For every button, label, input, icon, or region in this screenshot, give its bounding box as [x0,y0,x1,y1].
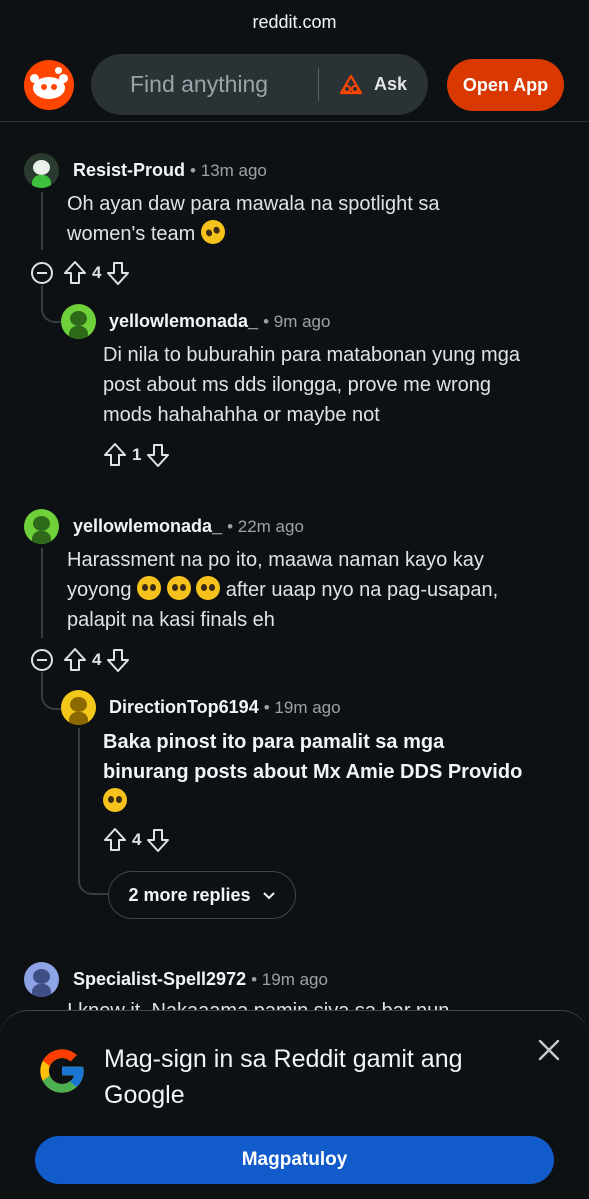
comment-author[interactable]: DirectionTop6194 • 19m ago [109,697,341,718]
search-divider [318,68,319,101]
upvote-icon[interactable] [103,442,127,468]
reply-connector [41,672,61,710]
vote-count: 4 [92,650,102,669]
google-icon [40,1049,84,1093]
downvote-icon[interactable] [106,260,130,286]
vote-count: 4 [92,263,102,282]
reply-connector [78,865,108,895]
upvote-icon[interactable] [103,827,127,853]
downvote-icon[interactable] [106,647,130,673]
vote-count: 4 [132,830,142,849]
pleading-face-emoji-icon [166,576,191,600]
pleading-face-emoji-icon [196,576,221,600]
comment-actions: 4 [31,258,130,288]
comment-author[interactable]: yellowlemonada_ • 9m ago [109,311,330,332]
google-signin-sheet: Mag-sign in sa Reddit gamit ang Google M… [0,1010,589,1199]
comment-actions: 4 [103,825,170,855]
close-icon[interactable] [536,1037,562,1063]
reply-connector [41,285,61,323]
pleading-face-emoji-icon [137,576,162,600]
collapse-icon[interactable] [31,262,53,284]
comment-time: 22m ago [237,517,304,536]
browser-url[interactable]: reddit.com [0,0,589,44]
signin-title: Mag-sign in sa Reddit gamit ang Google [104,1045,463,1109]
avatar[interactable] [61,304,96,339]
downvote-icon[interactable] [146,442,170,468]
avatar[interactable] [24,962,59,997]
comment-body: Di nila to buburahin para matabonan yung… [103,344,520,426]
avatar[interactable] [24,153,59,188]
search-input[interactable]: Find anything [130,54,268,115]
comment-body: Baka pinost ito para pamalit sa mga binu… [103,727,573,817]
vote-count: 1 [132,445,142,464]
open-app-button[interactable]: Open App [447,59,564,111]
site-header: Find anything Ask Open App [0,50,589,122]
search-bar[interactable]: Find anything Ask [91,54,428,115]
comment-author[interactable]: yellowlemonada_ • 22m ago [73,516,304,537]
thread-line [41,548,43,638]
comment-actions: 4 [31,645,130,675]
upvote-icon[interactable] [63,647,87,673]
downvote-icon[interactable] [146,827,170,853]
comment-actions: 1 [103,440,170,470]
comment-time: 19m ago [261,970,328,989]
comment-author[interactable]: Specialist-Spell2972 • 19m ago [73,969,328,990]
comment-time: 9m ago [273,312,331,331]
thread-line [41,192,43,250]
reddit-logo-icon[interactable] [24,60,74,110]
comment-body: Oh ayan daw para mawala na spotlight sa … [67,189,567,249]
more-replies-button[interactable]: 2 more replies [108,871,296,919]
collapse-icon[interactable] [31,649,53,671]
thread-line [78,728,80,868]
pleading-face-emoji-icon [103,788,127,812]
avatar[interactable] [24,509,59,544]
avatar[interactable] [61,690,96,725]
comment-time: 13m ago [200,161,267,180]
upvote-icon[interactable] [63,260,87,286]
continue-button[interactable]: Magpatuloy [35,1136,554,1184]
chevron-down-icon [262,892,275,900]
comment-body: Harassment na po ito, maawa naman kayo k… [67,549,499,631]
comment-time: 19m ago [274,698,341,717]
ask-button-label[interactable]: Ask [374,54,407,115]
laughing-emoji-icon [197,216,229,248]
comment-author[interactable]: Resist-Proud • 13m ago [73,160,267,181]
ask-icon[interactable] [339,74,363,96]
